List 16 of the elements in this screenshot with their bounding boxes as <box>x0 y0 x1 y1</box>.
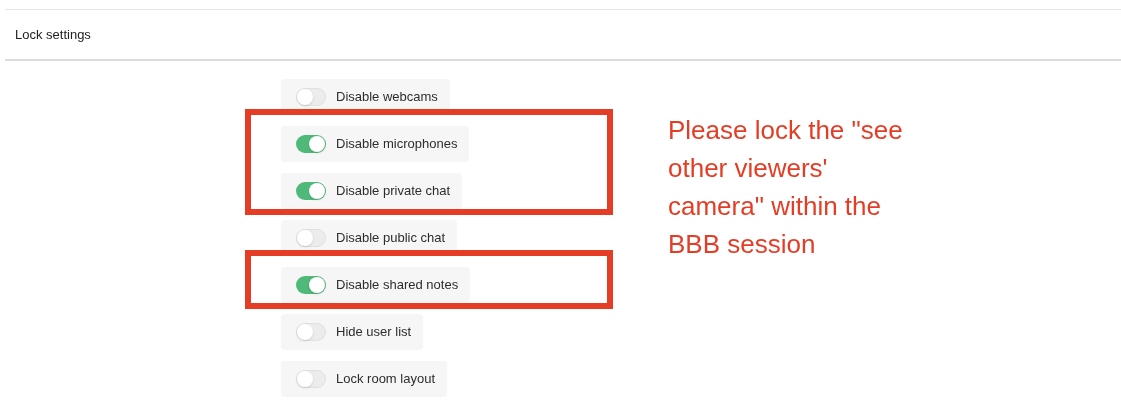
annotation-note: Please lock the "see other viewers' camera" within the BBB session <box>668 114 904 261</box>
toggle-switch[interactable] <box>296 276 326 294</box>
panel-title: Lock settings <box>15 25 91 44</box>
toggle-switch[interactable] <box>296 370 326 388</box>
toggle-switch[interactable] <box>296 135 326 153</box>
setting-label: Disable microphones <box>336 135 458 154</box>
toggle-switch[interactable] <box>296 323 326 341</box>
toggle-switch[interactable] <box>296 182 326 200</box>
setting-label: Disable private chat <box>336 182 451 201</box>
setting-label: Disable public chat <box>336 229 446 248</box>
toggle-switch[interactable] <box>296 229 326 247</box>
setting-label: Hide user list <box>336 323 412 342</box>
setting-label: Lock room layout <box>336 370 435 389</box>
setting-label: Disable webcams <box>336 88 438 107</box>
setting-label: Disable shared notes <box>336 276 459 295</box>
toggle-switch[interactable] <box>296 88 326 106</box>
